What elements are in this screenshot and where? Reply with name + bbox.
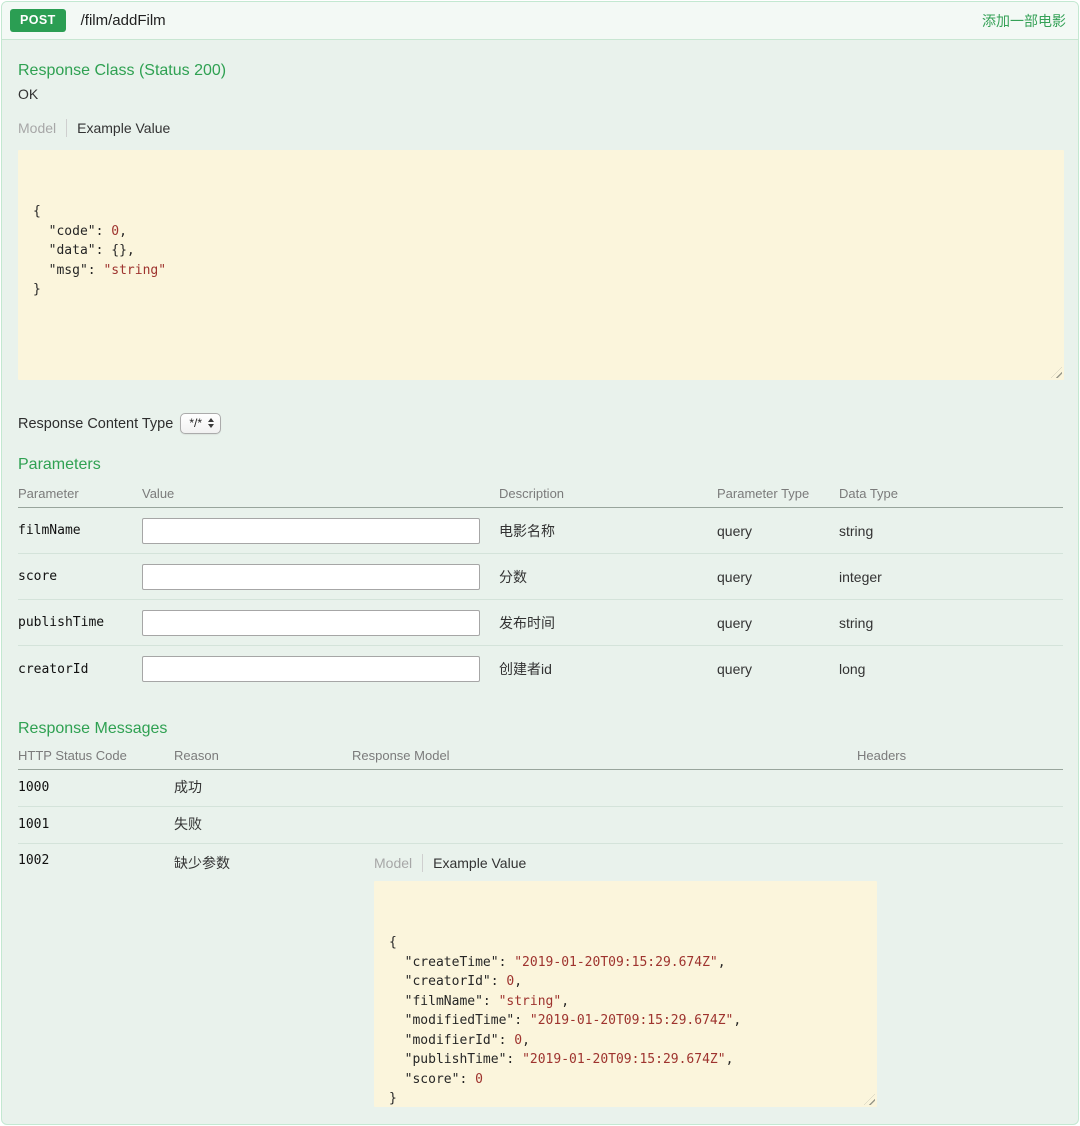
param-data-type: string <box>839 615 1063 631</box>
param-type: query <box>717 661 839 677</box>
param-name: creatorId <box>18 662 142 677</box>
table-row: 1001 失败 <box>18 807 1063 844</box>
table-row: publishTime 发布时间 query string <box>18 600 1063 646</box>
col-description: Description <box>499 486 717 501</box>
col-reason: Reason <box>174 748 352 763</box>
response-messages-header: HTTP Status Code Reason Response Model H… <box>18 748 1063 770</box>
error-response-model-cell: Model Example Value { "createTime": "201… <box>352 853 857 1107</box>
endpoint-path-link[interactable]: /film/addFilm <box>81 12 166 29</box>
col-value: Value <box>142 486 499 501</box>
param-name: publishTime <box>18 615 142 630</box>
param-data-type: integer <box>839 569 1063 585</box>
select-stepper-icon <box>208 418 214 428</box>
error-model-tabs: Model Example Value <box>374 853 857 873</box>
operation-panel: POST /film/addFilm 添加一部电影 Response Class… <box>1 1 1079 1125</box>
status-code: 1000 <box>18 780 174 795</box>
parameters-heading: Parameters <box>18 456 1063 474</box>
status-reason: 成功 <box>174 777 352 797</box>
tab-example-value[interactable]: Example Value <box>433 855 526 871</box>
status-reason: 缺少参数 <box>174 853 352 873</box>
param-type: query <box>717 569 839 585</box>
tab-model[interactable]: Model <box>374 855 412 871</box>
resize-grip-icon[interactable] <box>1051 367 1062 378</box>
parameters-table: Parameter Value Description Parameter Ty… <box>18 486 1063 692</box>
tab-example-value[interactable]: Example Value <box>77 120 170 136</box>
param-type: query <box>717 523 839 539</box>
param-data-type: long <box>839 661 1063 677</box>
table-row: 1000 成功 <box>18 770 1063 807</box>
col-headers: Headers <box>857 748 1063 763</box>
col-response-model: Response Model <box>352 748 857 763</box>
status-reason: 失败 <box>174 814 352 834</box>
param-type: query <box>717 615 839 631</box>
endpoint-summary-link[interactable]: 添加一部电影 <box>982 11 1066 31</box>
operation-content: Response Class (Status 200) OK Model Exa… <box>2 62 1078 1125</box>
table-row: 1002 缺少参数 Model Example Value { "createT… <box>18 844 1063 1116</box>
param-filmName-input[interactable] <box>142 518 480 544</box>
status-code: 1002 <box>18 853 174 868</box>
param-score-input[interactable] <box>142 564 480 590</box>
table-row: score 分数 query integer <box>18 554 1063 600</box>
response-content-type-row: Response Content Type */* <box>18 413 1063 434</box>
response-class-heading: Response Class (Status 200) <box>18 62 1063 80</box>
parameters-table-header: Parameter Value Description Parameter Ty… <box>18 486 1063 508</box>
param-description: 创建者id <box>499 659 717 679</box>
param-data-type: string <box>839 523 1063 539</box>
operation-header[interactable]: POST /film/addFilm 添加一部电影 <box>2 2 1078 40</box>
response-example-json[interactable]: { "code": 0, "data": {}, "msg": "string"… <box>18 150 1064 380</box>
param-creatorId-input[interactable] <box>142 656 480 682</box>
response-messages-table: HTTP Status Code Reason Response Model H… <box>18 748 1063 1116</box>
tab-model[interactable]: Model <box>18 120 56 136</box>
col-http-status-code: HTTP Status Code <box>18 748 174 763</box>
response-content-type-label: Response Content Type <box>18 416 173 432</box>
http-method-badge: POST <box>10 9 66 32</box>
tab-separator <box>66 119 67 137</box>
col-data-type: Data Type <box>839 486 1063 501</box>
response-messages-heading: Response Messages <box>18 720 1063 738</box>
response-content-type-select[interactable]: */* <box>180 413 221 434</box>
table-row: filmName 电影名称 query string <box>18 508 1063 554</box>
param-name: score <box>18 569 142 584</box>
col-parameter: Parameter <box>18 486 142 501</box>
param-description: 分数 <box>499 567 717 587</box>
param-description: 电影名称 <box>499 521 717 541</box>
table-row: creatorId 创建者id query long <box>18 646 1063 692</box>
param-name: filmName <box>18 523 142 538</box>
status-code: 1001 <box>18 817 174 832</box>
col-parameter-type: Parameter Type <box>717 486 839 501</box>
error-example-json[interactable]: { "createTime": "2019-01-20T09:15:29.674… <box>374 881 877 1107</box>
response-class-status-text: OK <box>18 86 1063 102</box>
param-publishTime-input[interactable] <box>142 610 480 636</box>
response-model-tabs: Model Example Value <box>18 118 1063 138</box>
selected-content-type: */* <box>189 416 202 430</box>
tab-separator <box>422 854 423 872</box>
param-description: 发布时间 <box>499 613 717 633</box>
